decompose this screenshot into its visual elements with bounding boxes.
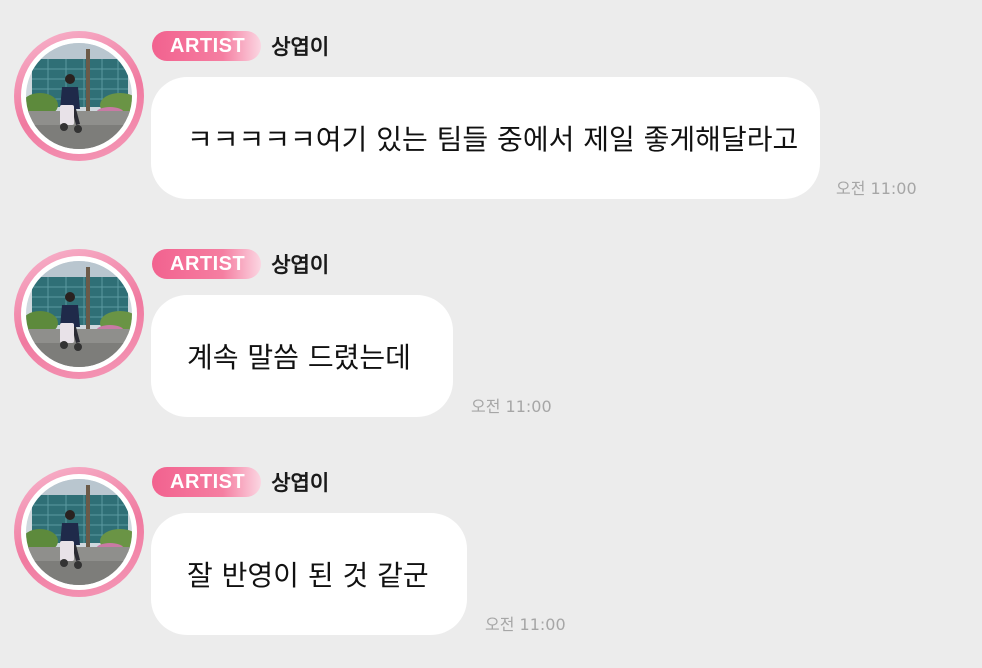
sender-name[interactable]: 상엽이 — [271, 31, 329, 61]
avatar[interactable] — [14, 31, 144, 161]
message-timestamp: 오전 11:00 — [485, 615, 566, 634]
chat-message: ARTIST 상엽이 계속 말씀 드렸는데 오전 11:00 — [0, 218, 982, 418]
message-header: ARTIST 상엽이 — [152, 248, 329, 280]
message-bubble[interactable]: 계속 말씀 드렸는데 — [151, 295, 453, 417]
avatar[interactable] — [14, 249, 144, 379]
sender-name[interactable]: 상엽이 — [271, 249, 329, 279]
message-timestamp: 오전 11:00 — [471, 397, 552, 416]
message-bubble[interactable]: 잘 반영이 된 것 같군 — [151, 513, 467, 635]
artist-badge: ARTIST — [152, 31, 262, 61]
artist-badge: ARTIST — [152, 467, 262, 497]
message-timestamp: 오전 11:00 — [836, 179, 917, 198]
message-header: ARTIST 상엽이 — [152, 30, 329, 62]
avatar-photo — [26, 261, 132, 367]
avatar-photo — [26, 479, 132, 585]
avatar[interactable] — [14, 467, 144, 597]
sender-name[interactable]: 상엽이 — [271, 467, 329, 497]
message-bubble[interactable]: ㅋㅋㅋㅋㅋ여기 있는 팀들 중에서 제일 좋게해달라고 — [151, 77, 820, 199]
message-header: ARTIST 상엽이 — [152, 466, 329, 498]
chat-message: ARTIST 상엽이 잘 반영이 된 것 같군 오전 11:00 — [0, 436, 982, 636]
artist-badge: ARTIST — [152, 249, 262, 279]
chat-message: ARTIST 상엽이 ㅋㅋㅋㅋㅋ여기 있는 팀들 중에서 제일 좋게해달라고 오… — [0, 0, 982, 200]
avatar-photo — [26, 43, 132, 149]
